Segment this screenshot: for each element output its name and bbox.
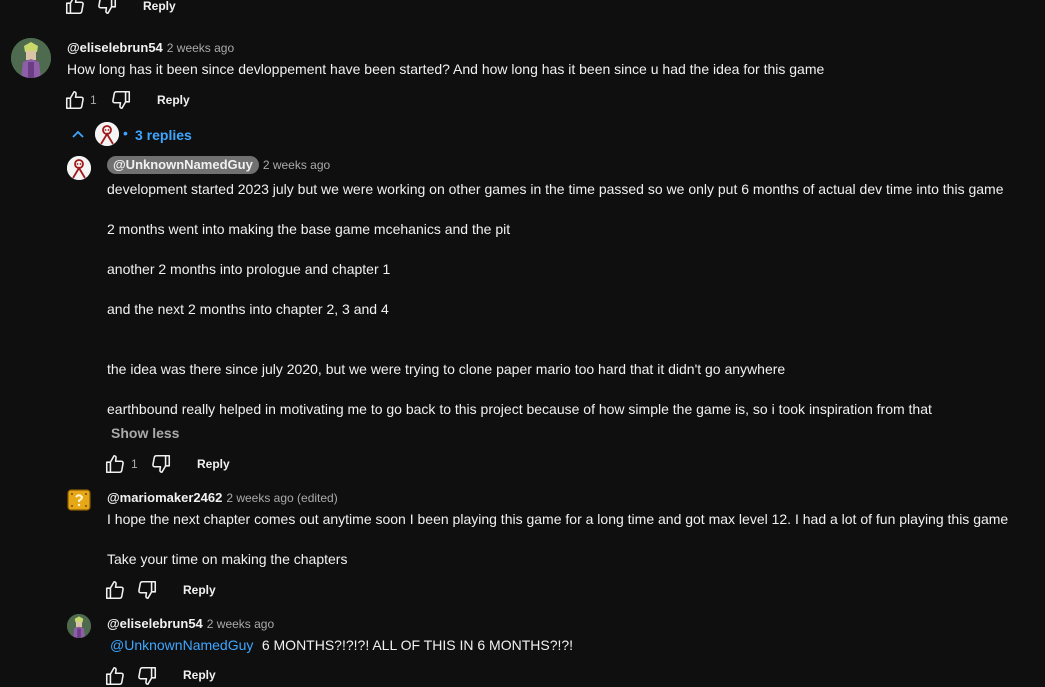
dislike-icon[interactable] (96, 0, 118, 16)
reply-timestamp[interactable]: 2 weeks ago (207, 617, 274, 631)
reply-author[interactable]: @eliselebrun54 (107, 616, 203, 631)
dislike-icon[interactable] (150, 453, 172, 475)
like-icon[interactable] (104, 579, 126, 601)
reply-text-line: development started 2023 july but we wer… (107, 181, 1004, 197)
reply-button[interactable]: Reply (197, 457, 230, 471)
like-icon[interactable] (104, 453, 126, 475)
replies-dot: • (123, 125, 128, 141)
comment-timestamp[interactable]: 2 weeks ago (167, 41, 234, 55)
chevron-up-icon (70, 127, 86, 143)
reply-text-line: earthbound really helped in motivating m… (107, 401, 932, 417)
comment-text: How long has it been since devloppement … (67, 61, 825, 77)
reply-text-line: the idea was there since july 2020, but … (107, 361, 786, 377)
reply-text-line: 6 MONTHS?!?!?! ALL OF THIS IN 6 MONTHS?!… (261, 637, 574, 653)
reply-button[interactable]: Reply (183, 583, 216, 597)
mention-link[interactable]: @UnknownNamedGuy (110, 637, 253, 653)
reply-text-line: 2 months went into making the base game … (107, 221, 511, 237)
reply-button[interactable]: Reply (143, 0, 176, 13)
reply-text-line: another 2 months into prologue and chapt… (107, 261, 391, 277)
reply-button[interactable]: Reply (157, 93, 190, 107)
comment-author[interactable]: @eliselebrun54 (67, 40, 163, 55)
show-less-button[interactable]: Show less (111, 425, 179, 441)
avatar[interactable] (67, 488, 91, 512)
like-icon[interactable] (64, 0, 86, 16)
reply-author[interactable]: @mariomaker2462 (107, 490, 222, 505)
reply-text-line: Take your time on making the chapters (107, 551, 348, 567)
avatar[interactable] (67, 614, 91, 638)
dislike-icon[interactable] (136, 579, 158, 601)
reply-timestamp[interactable]: 2 weeks ago (edited) (226, 491, 337, 505)
like-icon[interactable] (64, 89, 86, 111)
replies-toggle[interactable]: • 3 replies (70, 120, 200, 148)
like-count: 1 (131, 457, 138, 471)
replier-avatar (95, 122, 119, 146)
avatar[interactable] (67, 156, 91, 180)
like-count: 1 (90, 93, 97, 107)
reply-timestamp[interactable]: 2 weeks ago (263, 158, 330, 172)
like-icon[interactable] (104, 665, 126, 687)
reply-author[interactable]: @UnknownNamedGuy (107, 156, 259, 174)
reply-text-line: I hope the next chapter comes out anytim… (107, 511, 1009, 527)
replies-count: 3 replies (135, 127, 192, 143)
reply-text-line: and the next 2 months into chapter 2, 3 … (107, 301, 389, 317)
dislike-icon[interactable] (136, 665, 158, 687)
avatar[interactable] (11, 38, 51, 78)
dislike-icon[interactable] (110, 89, 132, 111)
